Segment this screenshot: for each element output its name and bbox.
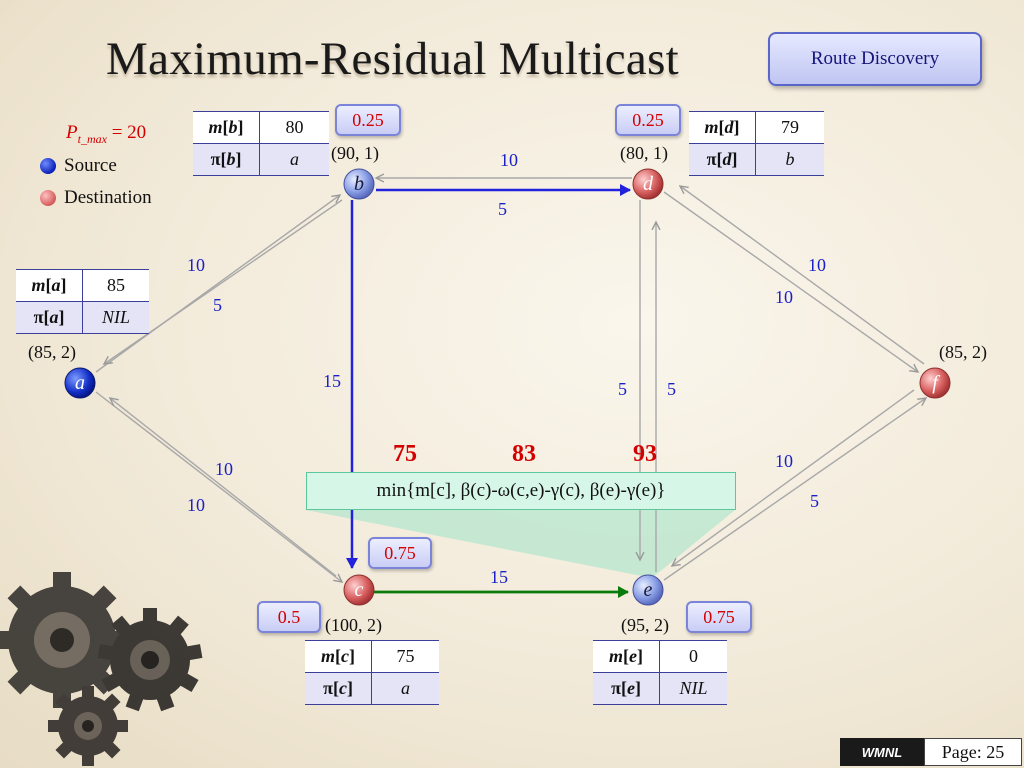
node-f[interactable]: f — [919, 367, 951, 399]
weight-a-b-lower: 5 — [213, 295, 222, 315]
node-c[interactable]: c — [343, 574, 375, 606]
svg-text:d: d — [643, 173, 654, 195]
svg-text:b: b — [354, 173, 364, 195]
node-d[interactable]: d — [632, 168, 664, 200]
node-a[interactable]: a — [64, 367, 96, 399]
weight-d-e-left: 5 — [618, 379, 627, 399]
weight-b-c: 15 — [323, 371, 341, 391]
coord-b: (90, 1) — [331, 143, 379, 163]
weight-e-f-lower: 5 — [810, 491, 819, 511]
coord-a: (85, 2) — [28, 342, 76, 362]
table-a: m[a] 85 π[a] NIL — [16, 269, 149, 334]
page-number: Page: 25 — [924, 738, 1022, 766]
node-e[interactable]: e — [632, 574, 664, 606]
table-b: m[b] 80 π[b] a — [193, 111, 329, 176]
svg-text:e: e — [644, 579, 653, 601]
weight-b-d-top: 10 — [500, 150, 518, 170]
edge-c-a — [110, 398, 337, 577]
min-formula: min{m[c], β(c)-ω(c,e)-γ(c), β(e)-γ(e)} — [306, 472, 736, 510]
svg-text:c: c — [355, 579, 364, 601]
edge-f-d — [680, 186, 925, 365]
coord-f: (85, 2) — [939, 342, 987, 362]
node-b[interactable]: b — [343, 168, 375, 200]
network-graph: a b c d e f — [0, 168, 951, 766]
edge-d-f — [663, 191, 918, 372]
weight-a-b-upper: 10 — [187, 255, 205, 275]
badge-c-upper: 0.75 — [368, 537, 432, 569]
badge-c: 0.5 — [257, 601, 321, 633]
weight-a-c-lower: 10 — [187, 495, 205, 515]
term-value-2: 83 — [512, 441, 536, 467]
weight-d-f-upper: 10 — [808, 255, 826, 275]
coord-e: (95, 2) — [621, 615, 669, 635]
coord-c: (100, 2) — [325, 615, 382, 635]
badge-e: 0.75 — [686, 601, 752, 633]
weight-c-e: 15 — [490, 567, 508, 587]
coord-d: (80, 1) — [620, 143, 668, 163]
gears-decoration — [0, 572, 203, 766]
term-value-3: 93 — [633, 441, 657, 467]
term-value-1: 75 — [393, 441, 417, 467]
weight-e-f-upper: 10 — [775, 451, 793, 471]
weight-d-e-right: 5 — [667, 379, 676, 399]
weight-a-c-upper: 10 — [215, 459, 233, 479]
table-c: m[c] 75 π[c] a — [305, 640, 439, 705]
badge-b: 0.25 — [335, 104, 401, 136]
weight-b-d-bottom: 5 — [498, 199, 507, 219]
svg-text:a: a — [75, 372, 85, 394]
footer-brand: WMNL — [840, 738, 924, 766]
table-e: m[e] 0 π[e] NIL — [593, 640, 727, 705]
badge-d: 0.25 — [615, 104, 681, 136]
table-d: m[d] 79 π[d] b — [689, 111, 824, 176]
weight-d-f-lower: 10 — [775, 287, 793, 307]
